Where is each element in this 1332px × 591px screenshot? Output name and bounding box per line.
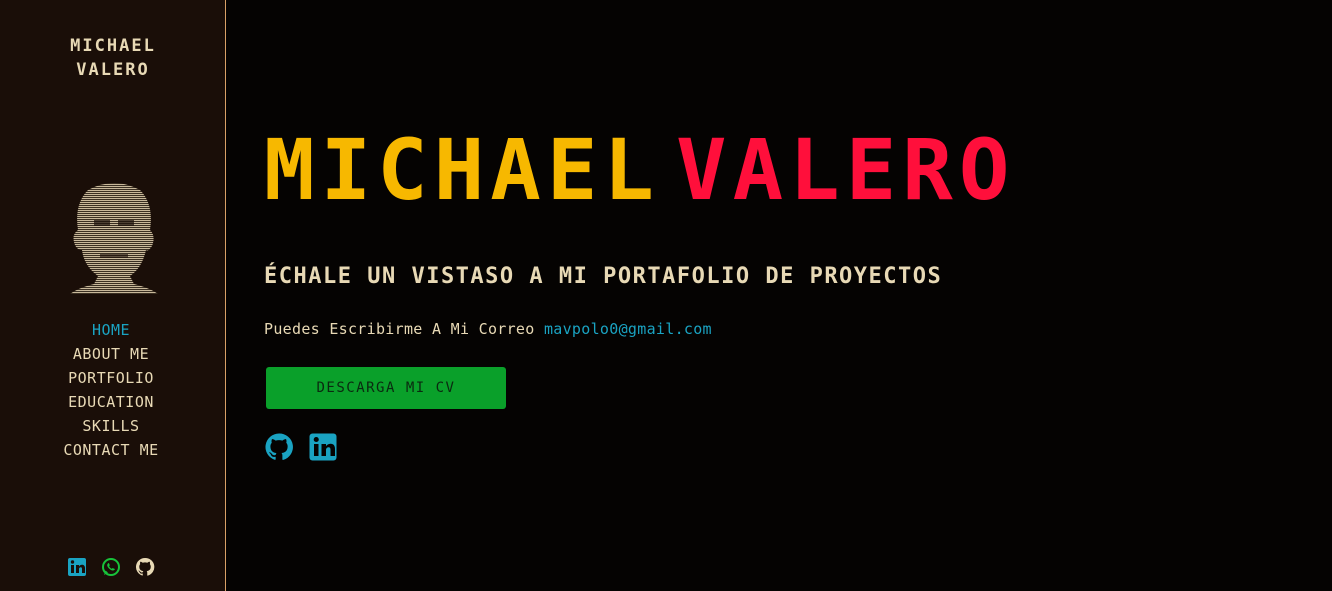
nav-item-skills[interactable]: SKILLS: [0, 414, 222, 438]
avatar: [70, 183, 158, 294]
mail-label: Puedes Escribirme A Mi Correo: [264, 320, 535, 338]
linkedin-icon[interactable]: [67, 557, 87, 577]
linkedin-icon[interactable]: [308, 432, 338, 462]
hero-tagline: ÉCHALE UN VISTASO A MI PORTAFOLIO DE PRO…: [264, 264, 943, 289]
sidebar: MICHAEL VALERO HOME ABOUT ME PORTFOLIO E…: [0, 0, 226, 591]
main-content: MICHAEL VALERO ÉCHALE UN VISTASO A MI PO…: [226, 0, 1332, 591]
nav-item-contact-me[interactable]: CONTACT ME: [0, 438, 222, 462]
hero-first-name: MICHAEL: [264, 121, 661, 219]
nav-item-education[interactable]: EDUCATION: [0, 390, 222, 414]
hero-last-name: VALERO: [676, 121, 1016, 219]
hero-name: MICHAEL VALERO: [264, 128, 1015, 212]
brand-logo[interactable]: MICHAEL VALERO: [0, 34, 226, 82]
nav-item-home[interactable]: HOME: [0, 318, 222, 342]
nav-item-about-me[interactable]: ABOUT ME: [0, 342, 222, 366]
download-cv-button[interactable]: DESCARGA MI CV: [266, 367, 506, 409]
brand-line-1: MICHAEL: [70, 36, 156, 56]
hero-social-links: [264, 432, 338, 462]
mail-link[interactable]: mavpolo0@gmail.com: [544, 320, 712, 338]
sidebar-nav: HOME ABOUT ME PORTFOLIO EDUCATION SKILLS…: [0, 318, 222, 462]
nav-item-portfolio[interactable]: PORTFOLIO: [0, 366, 222, 390]
github-icon[interactable]: [264, 432, 294, 462]
github-icon[interactable]: [135, 557, 155, 577]
whatsapp-icon[interactable]: [101, 557, 121, 577]
contact-mail-line: Puedes Escribirme A Mi Correo mavpolo0@g…: [264, 320, 712, 338]
sidebar-social-links: [0, 557, 222, 577]
brand-line-2: VALERO: [76, 60, 150, 80]
